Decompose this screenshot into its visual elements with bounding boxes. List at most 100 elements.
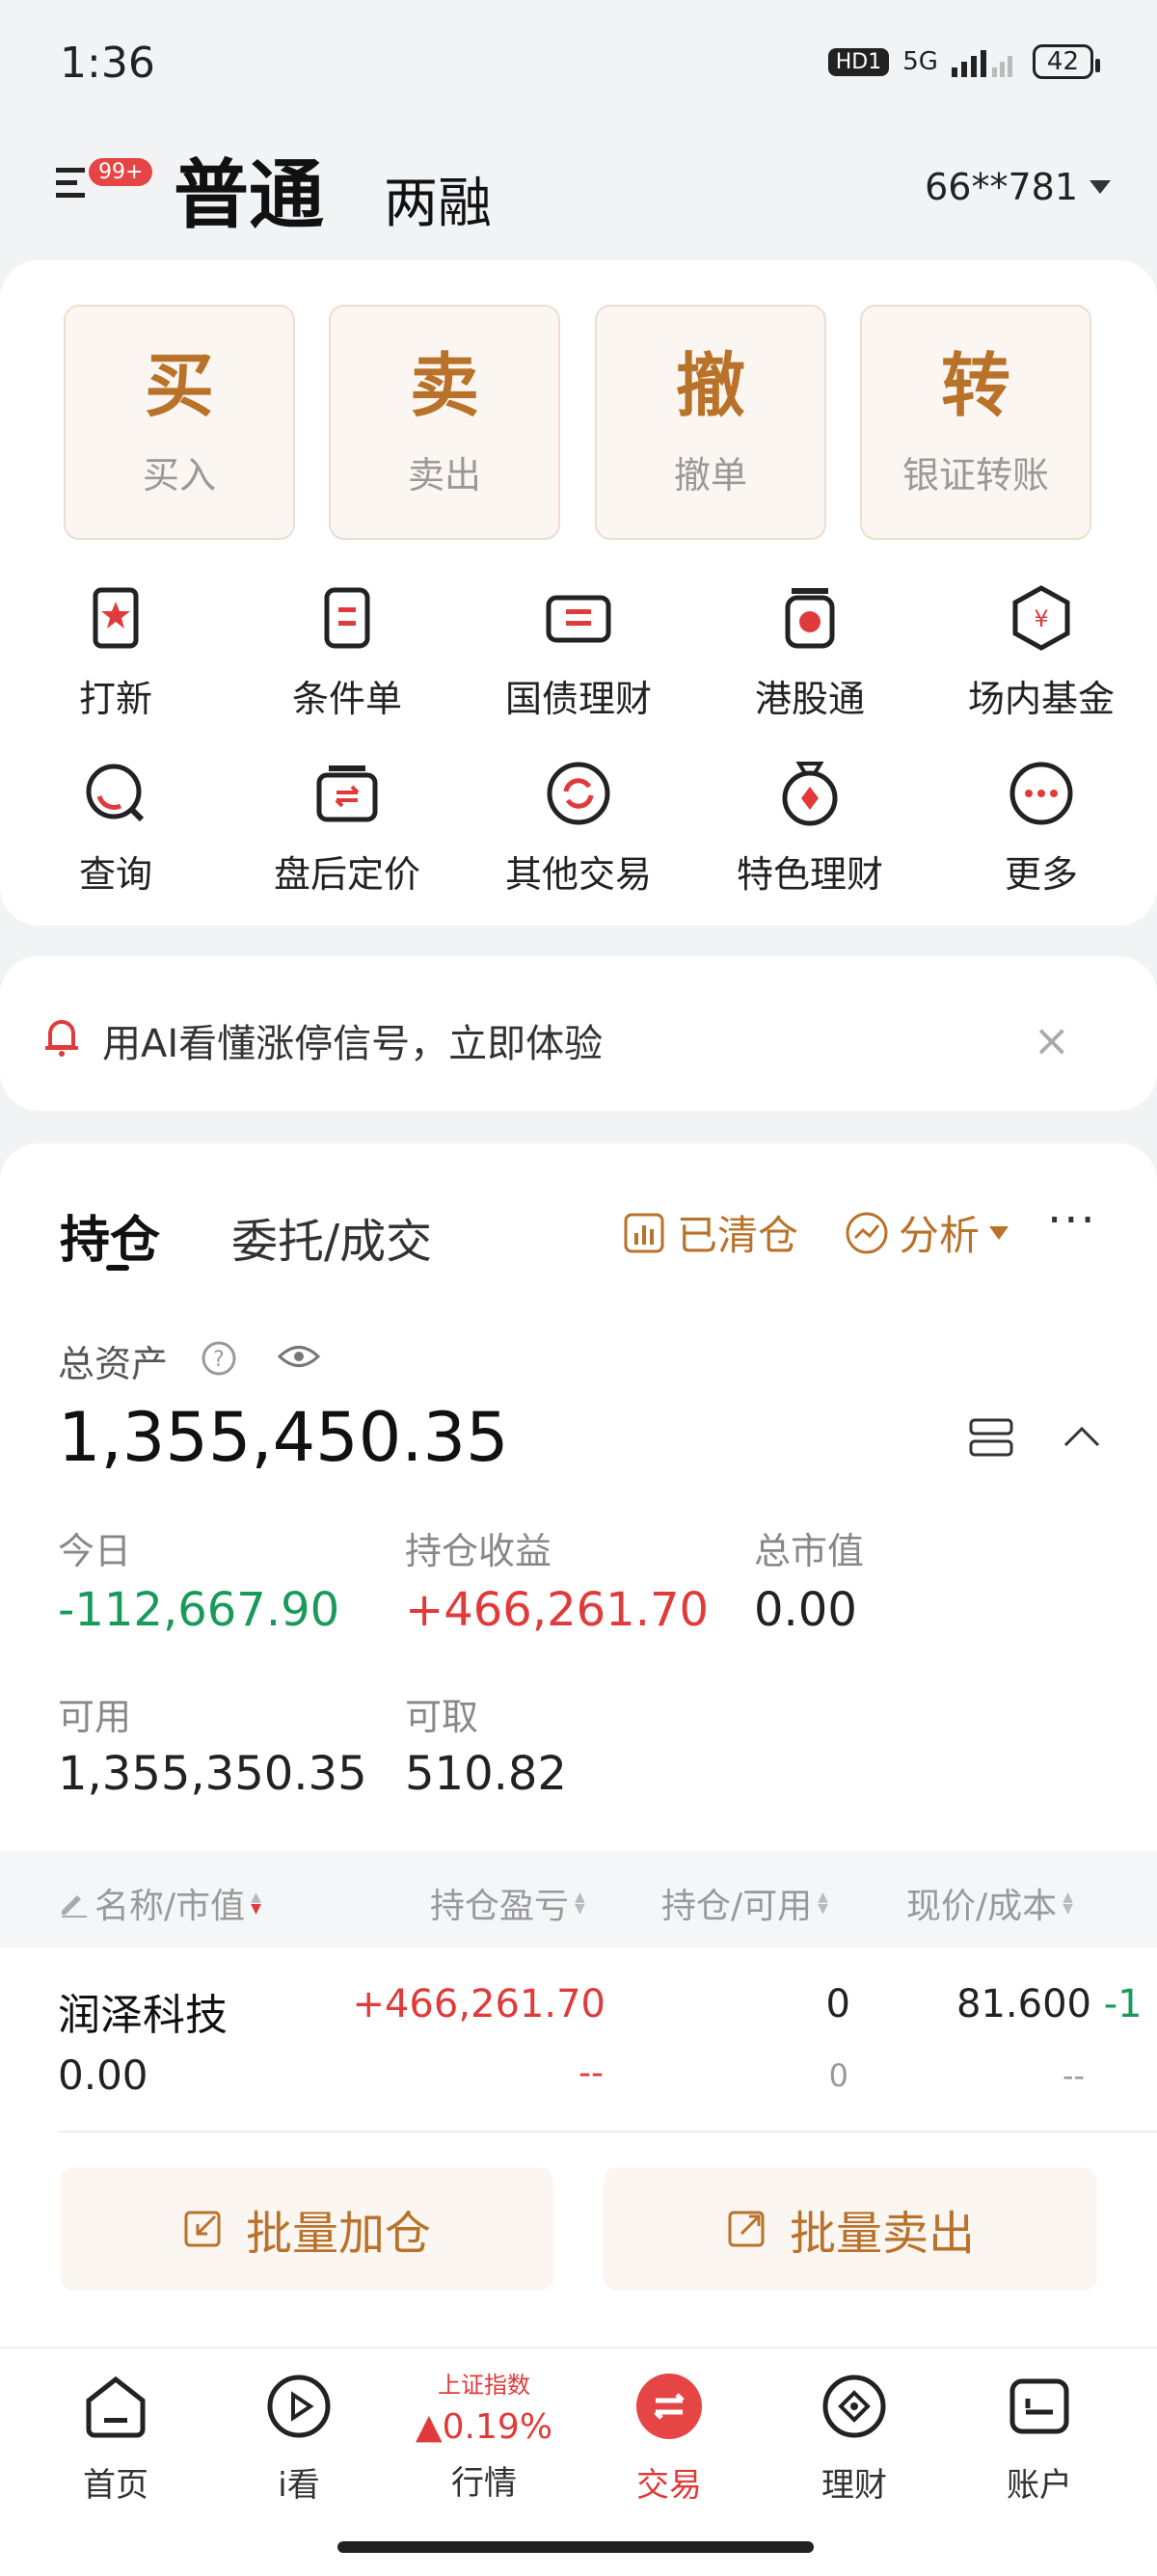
fund-icon: ¥	[1012, 585, 1070, 651]
withdrawable-value: 510.82	[405, 1747, 567, 1801]
grid-label: 特色理财	[736, 853, 883, 896]
tab-ordinary[interactable]: 普通	[174, 135, 324, 243]
eye-icon[interactable]	[278, 1342, 320, 1371]
sort-icon: ▲ ▼	[1063, 1890, 1073, 1917]
grid-label: 场内基金	[967, 678, 1115, 720]
today-value: -112,667.90	[58, 1583, 340, 1637]
status-icons: HD1 5G 42	[827, 44, 1101, 79]
grid-label: 其他交易	[504, 853, 652, 896]
bank-transfer-button[interactable]: 转 银证转账	[860, 305, 1091, 540]
cancel-label: 撤单	[673, 454, 747, 496]
column-hold-available[interactable]: 持仓/可用 ▲ ▼	[661, 1878, 828, 1928]
table-row-pl-pct: --	[578, 2053, 604, 2093]
buy-button[interactable]: 买 买入	[64, 305, 295, 540]
row-divider	[58, 2131, 1157, 2133]
grid-label: 更多	[1004, 853, 1078, 896]
batch-add-button[interactable]: 批量加仓	[60, 2167, 553, 2291]
grid-item-ipo[interactable]: 打新	[0, 584, 231, 722]
sell-glyph: 卖	[409, 345, 479, 426]
ipo-icon	[93, 587, 139, 649]
collapse-icon[interactable]	[1063, 1425, 1101, 1448]
nav-market[interactable]: 上证指数 ▲0.19% 行情	[388, 2366, 580, 2504]
sort-icon: ▲ ▼	[251, 1890, 261, 1917]
featured-finance-icon	[782, 762, 838, 826]
sort-icon: ▲ ▼	[818, 1890, 828, 1917]
account-icon	[1009, 2378, 1069, 2434]
total-assets-value: 1,355,450.35	[58, 1398, 509, 1477]
trade-icon	[636, 2374, 702, 2439]
withdrawable-label: 可取	[405, 1696, 479, 1738]
condition-order-icon	[324, 587, 370, 649]
tab-orders[interactable]: 委托/成交	[231, 1203, 432, 1271]
batch-sell-button[interactable]: 批量卖出	[604, 2167, 1097, 2291]
grid-item-featured-finance[interactable]: 特色理财	[694, 760, 926, 898]
hd-icon: HD1	[827, 47, 890, 76]
grid-label: 国债理财	[504, 678, 652, 720]
batch-add-icon	[184, 2211, 221, 2247]
table-row-pl: +466,261.70	[352, 1982, 605, 2026]
column-name-market-value[interactable]: 名称/市值 ▲ ▼	[58, 1878, 261, 1928]
market-value-label: 总市值	[754, 1530, 865, 1572]
close-icon[interactable]: ×	[1033, 1014, 1070, 1066]
help-icon[interactable]: ?	[201, 1340, 237, 1377]
grid-item-bond[interactable]: 国债理财	[463, 584, 694, 722]
grid-label: 打新	[78, 678, 152, 720]
sell-label: 卖出	[407, 454, 481, 496]
price-value: 81.600	[956, 1982, 1091, 2026]
grid-item-after-hours[interactable]: 盘后定价	[231, 760, 463, 898]
batch-sell-icon	[728, 2211, 765, 2247]
nav-label: 行情	[451, 2464, 517, 2503]
available-label: 可用	[58, 1696, 132, 1738]
cleared-positions-button[interactable]: 已清仓	[623, 1203, 798, 1262]
caret-down-icon	[1090, 180, 1111, 194]
transfer-label: 银证转账	[901, 454, 1049, 496]
grid-item-fund[interactable]: ¥ 场内基金	[926, 584, 1157, 722]
column-label: 现价/成本	[906, 1887, 1058, 1926]
sell-button[interactable]: 卖 卖出	[329, 305, 560, 540]
notice-text[interactable]: 用AI看懂涨停信号，立即体验	[102, 1012, 603, 1068]
edit-icon	[62, 1895, 87, 1918]
notification-badge: 99+	[89, 158, 153, 186]
analysis-button[interactable]: 分析	[845, 1203, 1009, 1262]
table-row-market-value: 0.00	[58, 2052, 148, 2099]
account-selector[interactable]: 66**781	[925, 166, 1111, 208]
grid-item-more[interactable]: 更多	[926, 760, 1157, 898]
grid-label: 港股通	[754, 678, 865, 720]
analysis-icon	[846, 1212, 888, 1253]
table-row-name[interactable]: 润泽科技	[58, 1980, 228, 2042]
batch-add-label: 批量加仓	[245, 2207, 431, 2261]
hk-connect-icon	[785, 588, 835, 649]
column-label: 持仓/可用	[661, 1887, 813, 1926]
grid-label: 条件单	[291, 678, 402, 720]
grid-item-condition-order[interactable]: 条件单	[231, 584, 463, 722]
nav-watch[interactable]: i看	[202, 2372, 395, 2506]
nav-trade[interactable]: 交易	[573, 2372, 766, 2506]
position-profit-value: +466,261.70	[405, 1583, 710, 1637]
table-row-hold: 0	[825, 1982, 850, 2026]
nav-home[interactable]: 首页	[19, 2372, 212, 2506]
column-label: 持仓盈亏	[430, 1887, 570, 1926]
more-options-icon[interactable]: ···	[1047, 1194, 1097, 1248]
transfer-glyph: 转	[940, 345, 1010, 426]
home-icon	[86, 2375, 146, 2438]
layout-toggle-icon[interactable]	[968, 1417, 1014, 1458]
grid-item-hk-connect[interactable]: 港股通	[694, 584, 926, 722]
signal-icon	[951, 50, 1012, 77]
column-price-cost[interactable]: 现价/成本 ▲ ▼	[906, 1878, 1073, 1928]
today-label: 今日	[58, 1530, 132, 1572]
grid-item-other-trade[interactable]: 其他交易	[463, 760, 694, 898]
home-indicator	[337, 2541, 814, 2553]
nav-finance[interactable]: 理财	[758, 2372, 951, 2506]
grid-item-query[interactable]: 查询	[0, 760, 231, 898]
index-change: 0.19%	[442, 2407, 553, 2447]
available-value: 1,355,350.35	[58, 1747, 367, 1801]
nav-account[interactable]: 账户	[943, 2372, 1136, 2506]
column-position-pl[interactable]: 持仓盈亏 ▲ ▼	[430, 1878, 585, 1928]
nav-label: i看	[278, 2466, 320, 2505]
cancel-glyph: 撤	[675, 345, 745, 426]
active-tab-indicator	[106, 1265, 129, 1271]
cancel-order-button[interactable]: 撤 撤单	[595, 305, 826, 540]
tab-holdings[interactable]: 持仓	[60, 1199, 160, 1272]
nav-label: 交易	[636, 2466, 702, 2505]
tab-margin[interactable]: 两融	[384, 160, 492, 238]
